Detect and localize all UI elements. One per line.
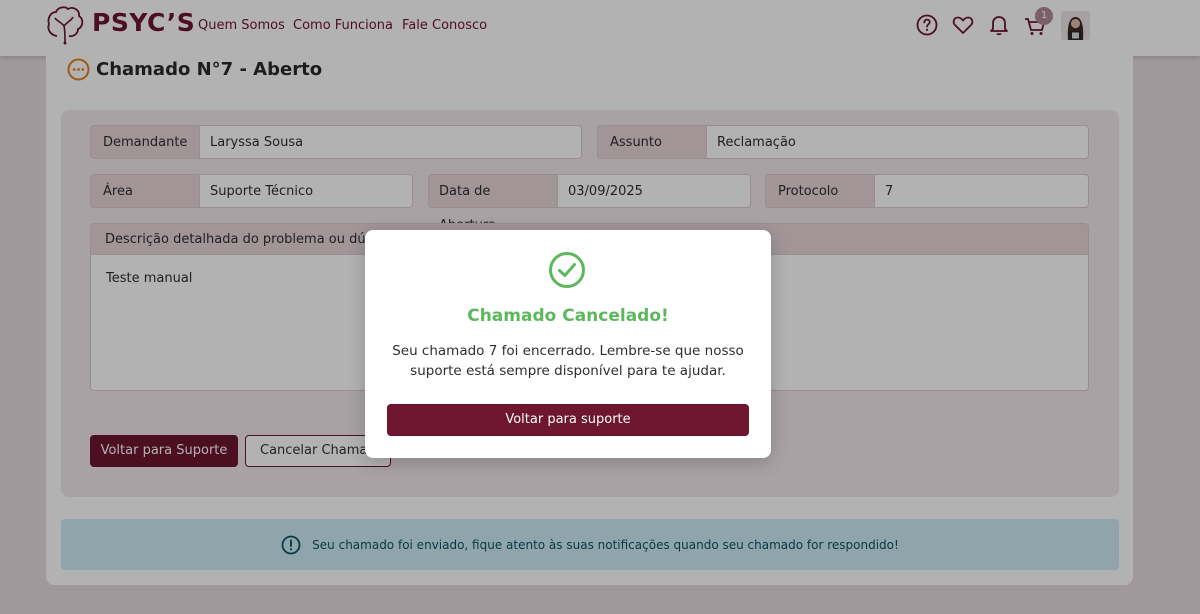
check-circle-icon bbox=[549, 252, 585, 288]
success-modal: Chamado Cancelado! Seu chamado 7 foi enc… bbox=[365, 230, 771, 458]
modal-back-to-support-button[interactable]: Voltar para suporte bbox=[387, 404, 749, 436]
modal-message: Seu chamado 7 foi encerrado. Lembre-se q… bbox=[392, 343, 744, 379]
modal-title: Chamado Cancelado! bbox=[467, 306, 669, 326]
